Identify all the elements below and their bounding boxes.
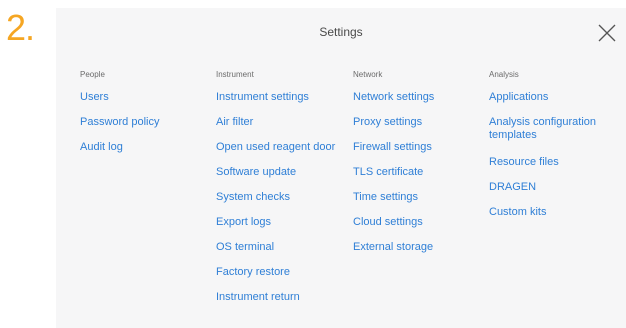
users-link[interactable]: Users bbox=[80, 86, 205, 111]
panel-title: Settings bbox=[319, 25, 363, 39]
network-list: Network settings Proxy settings Firewall… bbox=[353, 86, 478, 261]
close-button[interactable] bbox=[596, 22, 618, 44]
tls-certificate-link[interactable]: TLS certificate bbox=[353, 161, 478, 186]
step-number: 2. bbox=[6, 7, 35, 48]
software-update-link[interactable]: Software update bbox=[216, 161, 341, 186]
proxy-settings-link[interactable]: Proxy settings bbox=[353, 111, 478, 136]
people-header: People bbox=[80, 70, 105, 79]
instrument-column: Instrument Instrument settings Air filte… bbox=[216, 68, 341, 311]
audit-log-link[interactable]: Audit log bbox=[80, 136, 205, 161]
dragen-link[interactable]: DRAGEN bbox=[489, 176, 614, 201]
open-used-reagent-door-link[interactable]: Open used reagent door bbox=[216, 136, 341, 161]
instrument-header: Instrument bbox=[216, 70, 254, 79]
analysis-column: Analysis Applications Analysis configura… bbox=[489, 68, 614, 226]
analysis-header: Analysis bbox=[489, 70, 519, 79]
factory-restore-link[interactable]: Factory restore bbox=[216, 261, 341, 286]
external-storage-link[interactable]: External storage bbox=[353, 236, 478, 261]
settings-panel: Settings People Users Password policy Au… bbox=[56, 8, 626, 328]
firewall-settings-link[interactable]: Firewall settings bbox=[353, 136, 478, 161]
resource-files-link[interactable]: Resource files bbox=[489, 151, 614, 176]
instrument-settings-link[interactable]: Instrument settings bbox=[216, 86, 341, 111]
os-terminal-link[interactable]: OS terminal bbox=[216, 236, 341, 261]
air-filter-link[interactable]: Air filter bbox=[216, 111, 341, 136]
close-x-icon bbox=[598, 24, 616, 42]
cloud-settings-link[interactable]: Cloud settings bbox=[353, 211, 478, 236]
system-checks-link[interactable]: System checks bbox=[216, 186, 341, 211]
custom-kits-link[interactable]: Custom kits bbox=[489, 201, 614, 226]
network-settings-link[interactable]: Network settings bbox=[353, 86, 478, 111]
instrument-list: Instrument settings Air filter Open used… bbox=[216, 86, 341, 311]
people-list: Users Password policy Audit log bbox=[80, 86, 205, 161]
people-column: People Users Password policy Audit log bbox=[80, 68, 205, 161]
network-column: Network Network settings Proxy settings … bbox=[353, 68, 478, 261]
export-logs-link[interactable]: Export logs bbox=[216, 211, 341, 236]
analysis-configuration-templates-link[interactable]: Analysis configuration templates bbox=[489, 111, 614, 151]
applications-link[interactable]: Applications bbox=[489, 86, 614, 111]
password-policy-link[interactable]: Password policy bbox=[80, 111, 205, 136]
time-settings-link[interactable]: Time settings bbox=[353, 186, 478, 211]
analysis-list: Applications Analysis configuration temp… bbox=[489, 86, 614, 226]
network-header: Network bbox=[353, 70, 383, 79]
instrument-return-link[interactable]: Instrument return bbox=[216, 286, 341, 311]
